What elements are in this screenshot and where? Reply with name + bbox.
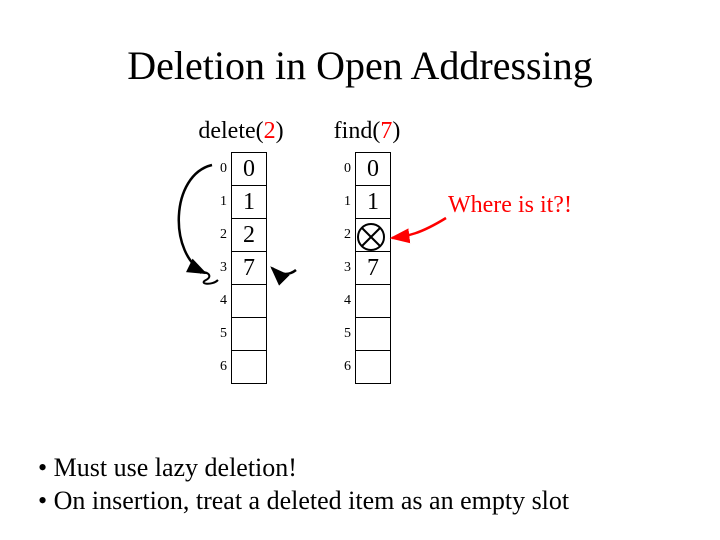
- left-idx-5: 5: [212, 318, 232, 351]
- right-idx-2: 2: [336, 219, 356, 252]
- right-idx-6: 6: [336, 351, 356, 384]
- left-header-prefix: delete(: [198, 118, 263, 144]
- short-back-arrow-icon: [272, 268, 296, 274]
- right-idx-1: 1: [336, 186, 356, 219]
- right-idx-5: 5: [336, 318, 356, 351]
- left-cell-0: 0: [232, 153, 267, 186]
- right-idx-3: 3: [336, 252, 356, 285]
- left-cell-3: 7: [232, 252, 267, 285]
- bullet-list: Must use lazy deletion! On insertion, tr…: [38, 452, 569, 517]
- right-idx-0: 0: [336, 153, 356, 186]
- left-cell-6: [232, 351, 267, 384]
- annotation-arrow-icon: [392, 218, 446, 238]
- right-header-suffix: ): [392, 118, 400, 144]
- bullet-1: Must use lazy deletion!: [38, 452, 569, 485]
- right-cell-0: 0: [356, 153, 391, 186]
- right-header-arg: 7: [380, 118, 392, 144]
- right-header: find(7): [322, 118, 412, 145]
- probe-curve-icon: [179, 165, 212, 273]
- left-idx-1: 1: [212, 186, 232, 219]
- annotation-text: Where is it?!: [448, 192, 572, 219]
- page-title: Deletion in Open Addressing: [0, 42, 720, 89]
- left-header-suffix: ): [276, 118, 284, 144]
- right-table: 00 11 2 37 4 5 6: [336, 152, 391, 384]
- right-cell-2: [356, 219, 391, 252]
- right-cell-1: 1: [356, 186, 391, 219]
- left-header: delete(2): [186, 118, 296, 145]
- left-idx-2: 2: [212, 219, 232, 252]
- left-idx-4: 4: [212, 285, 232, 318]
- right-cell-6: [356, 351, 391, 384]
- left-idx-3: 3: [212, 252, 232, 285]
- left-header-arg: 2: [264, 118, 276, 144]
- left-cell-5: [232, 318, 267, 351]
- left-idx-0: 0: [212, 153, 232, 186]
- left-cell-1: 1: [232, 186, 267, 219]
- right-cell-3: 7: [356, 252, 391, 285]
- left-cell-2: 2: [232, 219, 267, 252]
- right-cell-5: [356, 318, 391, 351]
- bullet-2: On insertion, treat a deleted item as an…: [38, 485, 569, 518]
- right-idx-4: 4: [336, 285, 356, 318]
- right-cell-4: [356, 285, 391, 318]
- right-header-prefix: find(: [334, 118, 381, 144]
- left-cell-4: [232, 285, 267, 318]
- left-table: 00 11 22 37 4 5 6: [212, 152, 267, 384]
- left-idx-6: 6: [212, 351, 232, 384]
